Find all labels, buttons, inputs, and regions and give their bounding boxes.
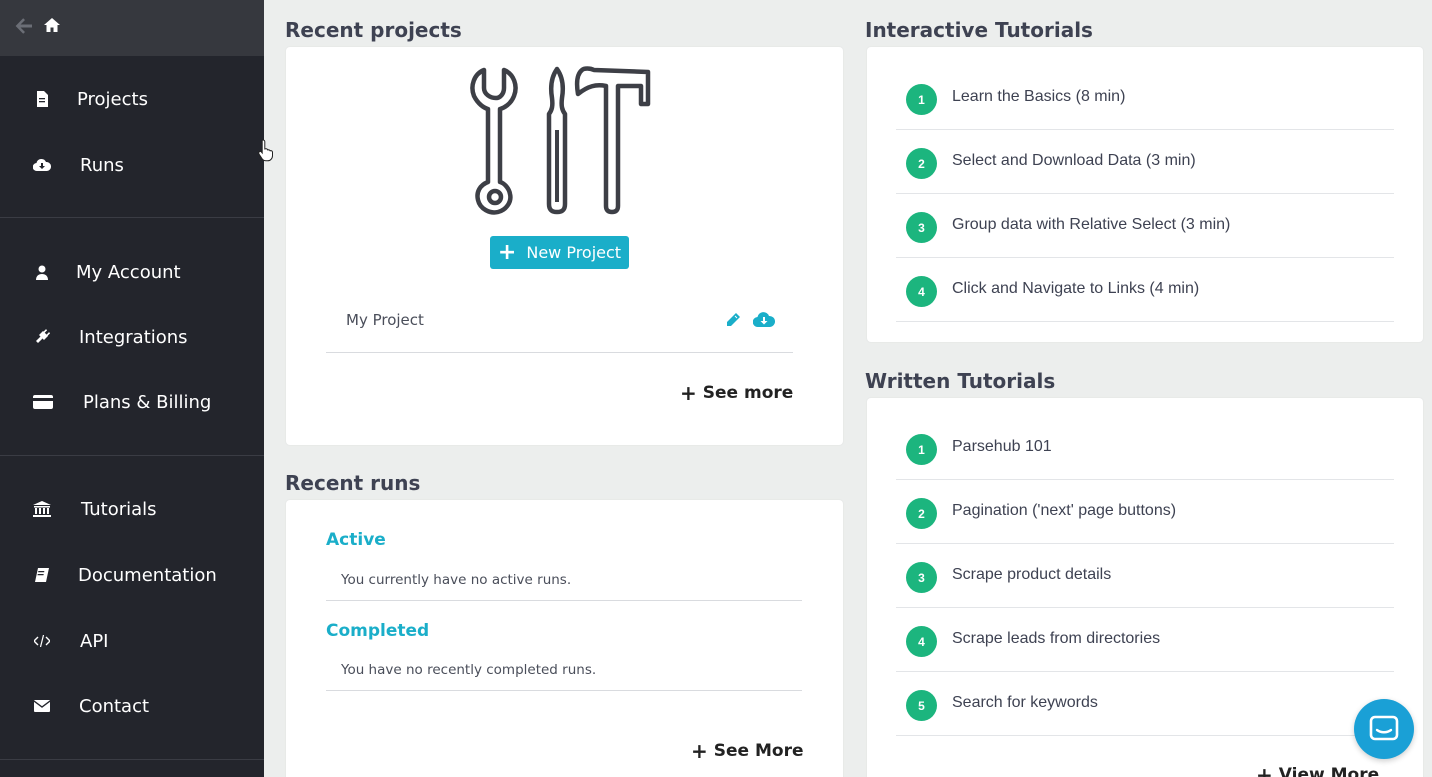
completed-runs-text: You have no recently completed runs. [341, 662, 597, 678]
completed-runs-heading: Completed [326, 621, 430, 641]
written-tutorial-item[interactable]: 5 Search for keywords [896, 672, 1394, 736]
step-number-badge: 3 [906, 562, 937, 593]
step-number-badge: 1 [906, 434, 937, 465]
cloud-download-icon[interactable] [753, 311, 775, 328]
sidebar-item-tutorials[interactable]: Tutorials [0, 487, 264, 531]
hand-cursor-icon [258, 139, 273, 162]
sidebar-item-my-account[interactable]: My Account [0, 250, 264, 294]
sidebar-divider [0, 455, 264, 456]
sidebar-divider [0, 217, 264, 218]
user-icon [32, 262, 52, 282]
active-runs-text: You currently have no active runs. [341, 572, 572, 588]
sidebar-item-label: My Account [76, 261, 181, 283]
projects-see-more-link[interactable]: + See more [680, 381, 793, 405]
written-tutorials-view-more-link[interactable]: + View More [1256, 763, 1379, 777]
active-runs-divider [326, 600, 802, 601]
step-number-badge: 4 [906, 626, 937, 657]
project-row-divider [326, 352, 793, 353]
plus-icon: + [1256, 763, 1273, 777]
sidebar-item-label: Runs [80, 154, 124, 176]
sidebar-item-label: Integrations [79, 326, 188, 348]
home-icon[interactable] [42, 15, 62, 35]
tutorial-label: Scrape leads from directories [952, 630, 1161, 647]
tutorial-label: Select and Download Data (3 min) [952, 152, 1196, 169]
sidebar-item-label: API [80, 630, 109, 652]
new-project-label: New Project [526, 243, 622, 262]
sidebar-item-documentation[interactable]: Documentation [0, 553, 264, 597]
sidebar-item-contact[interactable]: Contact [0, 684, 264, 728]
interactive-tutorial-item[interactable]: 2 Select and Download Data (3 min) [896, 130, 1394, 194]
step-number-badge: 2 [906, 148, 937, 179]
interactive-tutorials-title: Interactive Tutorials [865, 18, 1093, 42]
tutorial-label: Pagination ('next' page buttons) [952, 502, 1177, 519]
step-number-badge: 3 [906, 212, 937, 243]
plus-icon: + [680, 381, 697, 405]
pencil-edit-icon[interactable] [725, 312, 741, 328]
sidebar-item-label: Plans & Billing [83, 391, 212, 413]
see-more-label: See more [702, 383, 794, 403]
plus-icon: + [691, 739, 708, 763]
back-arrow-icon[interactable] [12, 14, 36, 38]
step-number-badge: 2 [906, 498, 937, 529]
sidebar-divider [0, 759, 264, 760]
code-icon [32, 631, 52, 651]
completed-runs-divider [326, 690, 802, 691]
tutorial-label: Scrape product details [952, 566, 1112, 583]
plug-icon [32, 327, 52, 347]
tutorial-label: Parsehub 101 [952, 438, 1052, 455]
tutorial-label: Learn the Basics (8 min) [952, 88, 1126, 105]
cloud-download-icon [32, 155, 52, 175]
sidebar-item-api[interactable]: API [0, 619, 264, 663]
book-icon [32, 565, 52, 585]
chat-bubble-icon [1369, 715, 1399, 741]
step-number-badge: 1 [906, 84, 937, 115]
sidebar-item-label: Tutorials [81, 498, 157, 520]
step-number-badge: 5 [906, 690, 937, 721]
written-tutorial-item[interactable]: 2 Pagination ('next' page buttons) [896, 480, 1394, 544]
interactive-tutorial-item[interactable]: 4 Click and Navigate to Links (4 min) [896, 258, 1394, 322]
project-name-link[interactable]: My Project [346, 311, 424, 329]
step-number-badge: 4 [906, 276, 937, 307]
sidebar-top-bar [0, 0, 264, 56]
sidebar-item-integrations[interactable]: Integrations [0, 315, 264, 359]
written-tutorial-item[interactable]: 3 Scrape product details [896, 544, 1394, 608]
interactive-tutorial-item[interactable]: 1 Learn the Basics (8 min) [896, 66, 1394, 130]
recent-runs-title: Recent runs [285, 471, 421, 495]
active-runs-heading: Active [326, 530, 386, 550]
plus-icon: + [497, 239, 517, 265]
interactive-tutorial-item[interactable]: 3 Group data with Relative Select (3 min… [896, 194, 1394, 258]
sidebar-item-projects[interactable]: Projects [0, 77, 264, 121]
tools-illustration-icon [470, 66, 651, 215]
runs-see-more-link[interactable]: + See More [691, 739, 804, 763]
recent-projects-title: Recent projects [285, 18, 462, 42]
envelope-icon [32, 696, 52, 716]
see-more-label: See More [713, 741, 804, 761]
chat-launcher-button[interactable] [1354, 699, 1414, 759]
sidebar-item-label: Documentation [78, 564, 217, 586]
written-tutorial-item[interactable]: 1 Parsehub 101 [896, 416, 1394, 480]
tutorial-label: Search for keywords [952, 694, 1098, 711]
institution-icon [32, 499, 52, 519]
written-tutorials-title: Written Tutorials [865, 369, 1056, 393]
view-more-label: View More [1278, 765, 1380, 777]
sidebar-item-runs[interactable]: Runs [0, 143, 264, 187]
written-tutorial-item[interactable]: 4 Scrape leads from directories [896, 608, 1394, 672]
tutorial-label: Click and Navigate to Links (4 min) [952, 280, 1200, 297]
sidebar-item-label: Contact [79, 695, 150, 717]
sidebar-item-label: Projects [77, 88, 148, 110]
sidebar: Projects Runs My Account Integrations Pl… [0, 0, 264, 777]
tutorial-label: Group data with Relative Select (3 min) [952, 216, 1231, 233]
sidebar-item-plans-billing[interactable]: Plans & Billing [0, 380, 264, 424]
credit-card-icon [33, 392, 53, 412]
file-icon [32, 89, 52, 109]
new-project-button[interactable]: + New Project [490, 236, 629, 269]
